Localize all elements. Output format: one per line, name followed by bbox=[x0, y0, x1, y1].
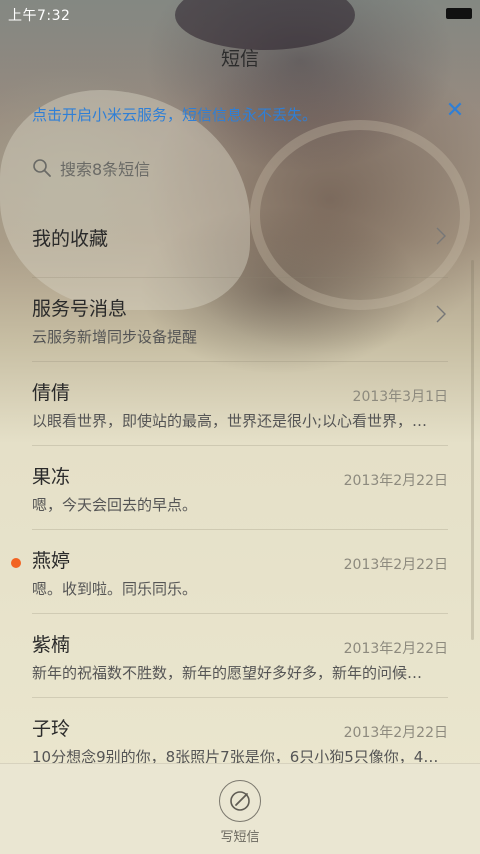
page-title: 短信 bbox=[220, 48, 259, 70]
compose-label[interactable]: 写短信 bbox=[0, 826, 480, 845]
message-date: 2013年3月1日 bbox=[352, 389, 448, 405]
conversation-row[interactable]: 燕婷 2013年2月22日 嗯。收到啦。同乐同乐。 bbox=[11, 529, 448, 613]
conversation-row[interactable]: 果冻 2013年2月22日 嗯，今天会回去的早点。 bbox=[32, 445, 448, 529]
message-date: 2013年2月22日 bbox=[343, 473, 448, 489]
scrollbar[interactable] bbox=[471, 260, 474, 640]
search-input[interactable] bbox=[58, 156, 452, 182]
contact-name: 子玲 bbox=[32, 718, 71, 740]
compose-icon bbox=[230, 791, 250, 811]
message-date: 2013年2月22日 bbox=[343, 557, 448, 573]
contact-name: 果冻 bbox=[32, 466, 71, 488]
message-preview: 嗯。收到啦。同乐同乐。 bbox=[32, 580, 198, 598]
conversation-list: 我的收藏 服务号消息 云服务新增同步设备提醒 倩倩 2013年3月1日 以眼看世… bbox=[0, 194, 480, 781]
service-messages-subtitle: 云服务新增同步设备提醒 bbox=[32, 328, 198, 346]
search-icon bbox=[33, 159, 51, 177]
search-bar[interactable] bbox=[0, 148, 480, 188]
cloud-service-banner[interactable]: 点击开启小米云服务，短信信息永不丢失。 ✕ bbox=[0, 96, 480, 130]
compose-button[interactable] bbox=[219, 780, 261, 822]
conversation-row[interactable]: 紫楠 2013年2月22日 新年的祝福数不胜数，新年的愿望好多好多，新年的问候… bbox=[32, 613, 448, 697]
service-messages-title: 服务号消息 bbox=[32, 298, 128, 320]
message-preview: 嗯，今天会回去的早点。 bbox=[32, 496, 198, 514]
message-preview: 新年的祝福数不胜数，新年的愿望好多好多，新年的问候… bbox=[32, 664, 423, 682]
favorites-row[interactable]: 我的收藏 bbox=[32, 194, 448, 277]
battery-icon bbox=[446, 8, 472, 19]
close-icon[interactable]: ✕ bbox=[444, 100, 466, 122]
contact-name: 倩倩 bbox=[32, 382, 71, 404]
status-bar: 上午7:32 bbox=[0, 0, 480, 26]
banner-text[interactable]: 点击开启小米云服务，短信信息永不丢失。 bbox=[32, 104, 317, 125]
service-messages-row[interactable]: 服务号消息 云服务新增同步设备提醒 bbox=[32, 277, 448, 361]
message-preview: 以眼看世界，即使站的最高，世界还是很小;以心看世界，… bbox=[32, 412, 428, 430]
conversation-row[interactable]: 倩倩 2013年3月1日 以眼看世界，即使站的最高，世界还是很小;以心看世界，… bbox=[32, 361, 448, 445]
contact-name: 紫楠 bbox=[32, 634, 71, 656]
contact-name: 燕婷 bbox=[32, 550, 71, 572]
favorites-label: 我的收藏 bbox=[32, 228, 109, 250]
chevron-right-icon bbox=[436, 227, 446, 245]
bottom-toolbar: 写短信 bbox=[0, 763, 480, 854]
status-time: 上午7:32 bbox=[8, 8, 71, 24]
message-date: 2013年2月22日 bbox=[343, 725, 448, 741]
chevron-right-icon bbox=[436, 305, 446, 323]
unread-indicator bbox=[11, 558, 21, 568]
message-date: 2013年2月22日 bbox=[343, 641, 448, 657]
